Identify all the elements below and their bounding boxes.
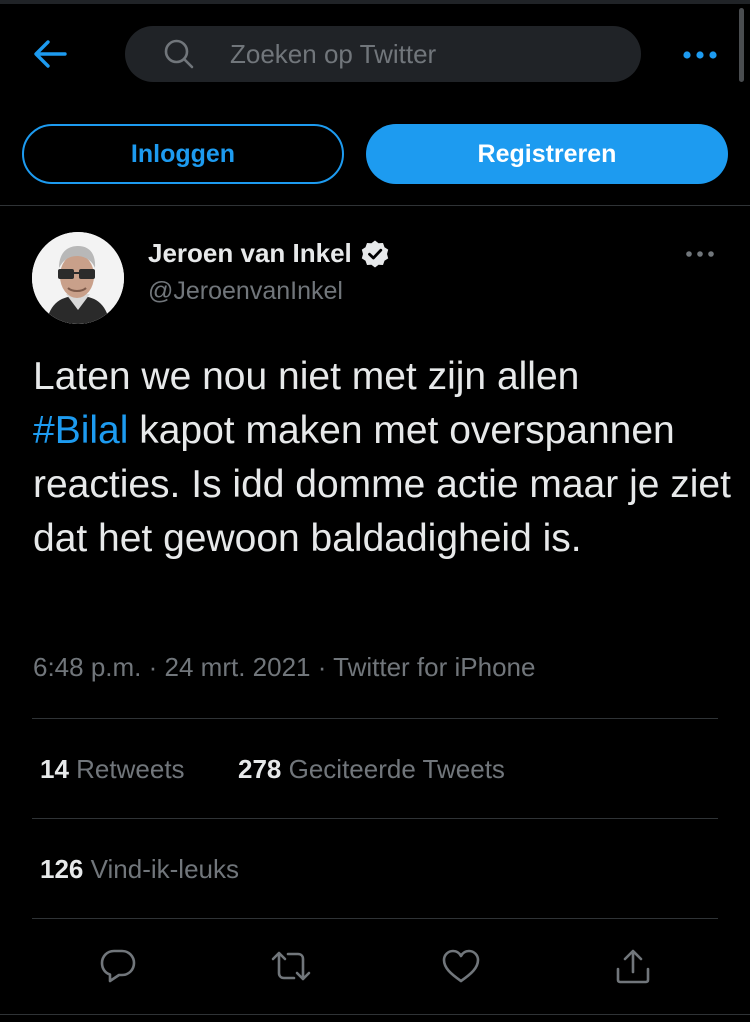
stats-divider-bottom — [32, 918, 718, 919]
share-button[interactable] — [611, 946, 655, 986]
quotes-label: Geciteerde Tweets — [288, 754, 505, 784]
bottom-divider — [0, 1014, 750, 1015]
tweet-text: Laten we nou niet met zijn allen #Bilal k… — [33, 350, 733, 566]
search-box[interactable] — [125, 26, 641, 82]
search-icon — [164, 39, 194, 69]
quotes-stat[interactable]: 278 Geciteerde Tweets — [238, 754, 505, 785]
retweets-count: 14 — [40, 754, 69, 784]
retweets-label: Retweets — [76, 754, 185, 784]
retweet-icon — [271, 951, 311, 981]
stats-divider-top — [32, 718, 718, 719]
avatar[interactable] — [32, 232, 124, 324]
arrow-left-icon — [34, 40, 67, 68]
likes-count: 126 — [40, 854, 84, 884]
more-button[interactable] — [680, 40, 720, 70]
avatar-photo — [32, 232, 124, 324]
tweet-date: 24 mrt. 2021 — [164, 652, 311, 682]
share-icon — [616, 949, 650, 984]
scrollbar[interactable] — [739, 8, 744, 82]
more-horizontal-icon — [686, 251, 714, 257]
retweet-button[interactable] — [269, 946, 313, 986]
more-horizontal-icon — [683, 51, 717, 59]
tweet-time: 6:48 p.m. — [33, 652, 142, 682]
tweet-source[interactable]: Twitter for iPhone — [333, 652, 535, 682]
back-button[interactable] — [30, 37, 70, 71]
tweet-meta: 6:48 p.m. · 24 mrt. 2021 · Twitter for i… — [33, 652, 535, 683]
tweet-text-part2: kapot maken met overspannen reacties. Is… — [33, 409, 731, 560]
author-handle[interactable]: @JeroenvanInkel — [148, 277, 343, 306]
like-icon — [442, 949, 480, 983]
top-edge — [0, 0, 750, 4]
like-button[interactable] — [439, 946, 483, 986]
verified-badge-icon — [361, 240, 388, 267]
hashtag-link[interactable]: #Bilal — [33, 409, 128, 452]
search-input[interactable] — [230, 26, 630, 82]
login-button[interactable]: Inloggen — [22, 124, 344, 184]
register-button[interactable]: Registreren — [366, 124, 728, 184]
meta-separator: · — [310, 652, 334, 682]
quotes-count: 278 — [238, 754, 282, 784]
author-name-text: Jeroen van Inkel — [148, 238, 352, 268]
author-name[interactable]: Jeroen van Inkel — [148, 238, 390, 269]
tweet-more-button[interactable] — [680, 242, 720, 266]
tweet-text-part1: Laten we nou niet met zijn allen — [33, 355, 580, 398]
meta-separator: · — [141, 652, 165, 682]
likes-stat[interactable]: 126 Vind-ik-leuks — [40, 854, 239, 885]
reply-icon — [100, 949, 136, 983]
reply-button[interactable] — [96, 946, 140, 986]
stats-divider-middle — [32, 818, 718, 819]
likes-label: Vind-ik-leuks — [90, 854, 239, 884]
header-divider — [0, 205, 750, 206]
retweets-stat[interactable]: 14 Retweets — [40, 754, 185, 785]
tweet-page: Inloggen Registreren Jeroen van Inkel @J… — [0, 0, 750, 1022]
